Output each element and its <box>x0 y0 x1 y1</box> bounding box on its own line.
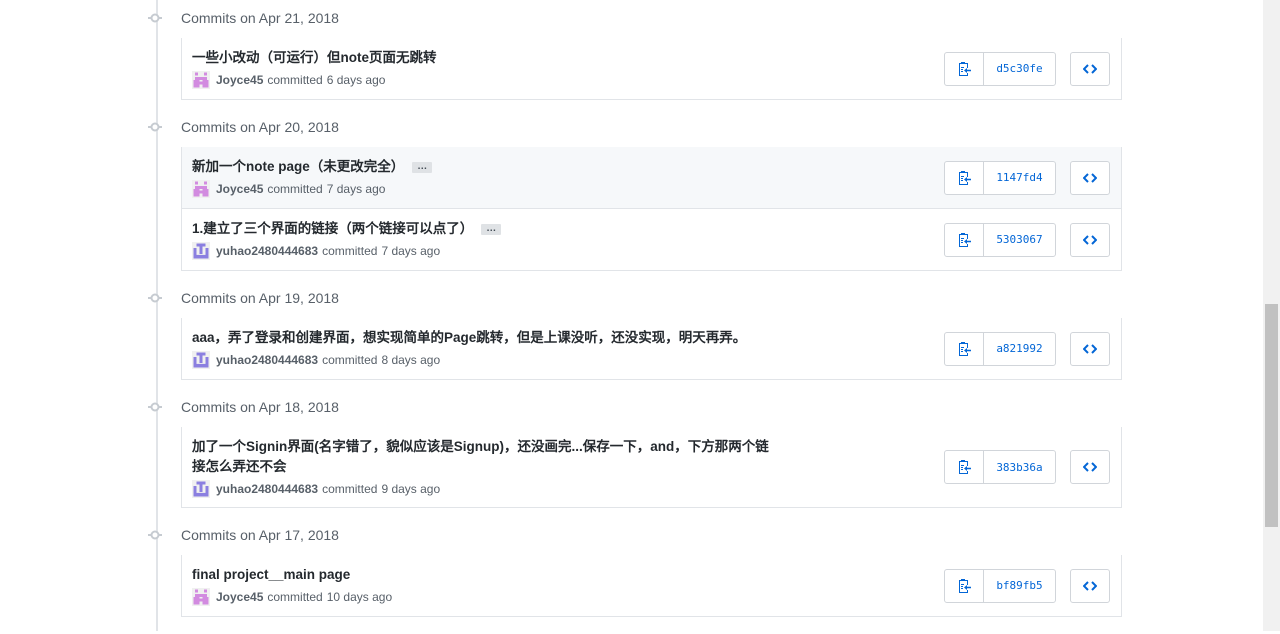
code-icon <box>1083 63 1097 74</box>
avatar[interactable] <box>192 180 210 198</box>
avatar[interactable] <box>192 242 210 260</box>
commit-sha-link[interactable]: d5c30fe <box>984 53 1055 85</box>
commit-verb: committed <box>267 73 323 87</box>
copy-sha-button[interactable] <box>945 52 984 85</box>
commit-message-link[interactable]: aaa，弄了登录和创建界面，想实现简单的Page跳转，但是上课没听，还没实现，明… <box>192 330 746 345</box>
commit-date-label: Commits on Apr 21, 2018 <box>181 10 339 26</box>
commit-row: 一些小改动（可运行）但note页面无跳转 Joyce45 committed 6… <box>181 38 1122 100</box>
copy-sha-button[interactable] <box>945 569 984 602</box>
clipboard-icon <box>959 460 971 474</box>
clipboard-icon <box>959 578 971 593</box>
copy-sha-button[interactable] <box>945 332 984 365</box>
commit-group-header: Commits on Apr 17, 2018 <box>148 525 1122 545</box>
code-icon <box>1083 234 1097 245</box>
code-icon <box>1083 343 1097 354</box>
commit-message-link[interactable]: final project__main page <box>192 567 350 582</box>
commit-date-label: Commits on Apr 20, 2018 <box>181 119 339 135</box>
browse-files-button[interactable] <box>1070 222 1110 257</box>
commit-sha-link[interactable]: 1147fd4 <box>984 162 1055 194</box>
commit-group: Commits on Apr 17, 2018 final project__m… <box>148 525 1122 617</box>
commit-node-icon <box>148 122 162 132</box>
copy-sha-button[interactable] <box>945 161 984 194</box>
commit-message-link[interactable]: 一些小改动（可运行）但note页面无跳转 <box>192 50 437 65</box>
commit-node-icon <box>148 530 162 540</box>
commit-message-link[interactable]: 1.建立了三个界面的链接（两个链接可以点了） <box>192 221 473 236</box>
commit-row: 新加一个note page（未更改完全）… Joyce45 committed … <box>181 147 1122 209</box>
commit-time: 8 days ago <box>381 353 441 367</box>
expand-message-button[interactable]: … <box>481 223 502 235</box>
commit-sha-link[interactable]: a821992 <box>984 333 1055 365</box>
commit-row: 加了一个Signin界面(名字错了，貌似应该是Signup)，还没画完...保存… <box>181 427 1122 508</box>
commit-author-link[interactable]: Joyce45 <box>216 588 263 606</box>
commit-message-link[interactable]: 新加一个note page（未更改完全） <box>192 159 404 174</box>
clipboard-icon <box>959 61 971 76</box>
avatar[interactable] <box>192 480 210 498</box>
commit-group: Commits on Apr 20, 2018 新加一个note page（未更… <box>148 117 1122 271</box>
clipboard-icon <box>959 341 971 356</box>
commit-row: final project__main page Joyce45 committ… <box>181 555 1122 617</box>
commit-time: 6 days ago <box>326 73 386 87</box>
commit-group: Commits on Apr 19, 2018 aaa，弄了登录和创建界面，想实… <box>148 288 1122 380</box>
commit-group-header: Commits on Apr 21, 2018 <box>148 8 1122 28</box>
commit-group: Commits on Apr 21, 2018 一些小改动（可运行）但note页… <box>148 8 1122 100</box>
avatar[interactable] <box>192 351 210 369</box>
commit-time: 7 days ago <box>381 244 441 258</box>
commit-time: 9 days ago <box>381 482 441 496</box>
commit-verb: committed <box>322 482 378 496</box>
commit-group-header: Commits on Apr 19, 2018 <box>148 288 1122 308</box>
commit-date-label: Commits on Apr 19, 2018 <box>181 290 339 306</box>
commit-list: Commits on Apr 21, 2018 一些小改动（可运行）但note页… <box>148 8 1122 634</box>
commit-author-link[interactable]: yuhao2480444683 <box>216 480 318 498</box>
browse-files-button[interactable] <box>1070 331 1110 366</box>
commit-verb: committed <box>267 590 323 604</box>
commit-sha-link[interactable]: 383b36a <box>984 451 1055 483</box>
commit-author-link[interactable]: yuhao2480444683 <box>216 242 318 260</box>
commit-author-link[interactable]: Joyce45 <box>216 71 263 89</box>
commit-sha-link[interactable]: bf89fb5 <box>984 570 1055 602</box>
expand-message-button[interactable]: … <box>412 161 433 173</box>
scrollbar-thumb[interactable] <box>1265 304 1278 527</box>
commit-sha-link[interactable]: 5303067 <box>984 224 1055 256</box>
copy-sha-button[interactable] <box>945 451 984 483</box>
browse-files-button[interactable] <box>1070 450 1110 484</box>
clipboard-icon <box>959 232 971 247</box>
commit-author-link[interactable]: yuhao2480444683 <box>216 351 318 369</box>
avatar[interactable] <box>192 71 210 89</box>
commit-verb: committed <box>322 353 378 367</box>
commit-group-header: Commits on Apr 20, 2018 <box>148 117 1122 137</box>
code-icon <box>1083 462 1097 472</box>
commit-group-header: Commits on Apr 18, 2018 <box>148 397 1122 417</box>
commit-date-label: Commits on Apr 17, 2018 <box>181 527 339 543</box>
commit-date-label: Commits on Apr 18, 2018 <box>181 399 339 415</box>
commit-row: aaa，弄了登录和创建界面，想实现简单的Page跳转，但是上课没听，还没实现，明… <box>181 318 1122 380</box>
commit-row: 1.建立了三个界面的链接（两个链接可以点了）… yuhao2480444683 … <box>181 209 1122 271</box>
avatar[interactable] <box>192 588 210 606</box>
commit-message-link[interactable]: 加了一个Signin界面(名字错了，貌似应该是Signup)，还没画完...保存… <box>192 439 769 474</box>
commit-node-icon <box>148 293 162 303</box>
code-icon <box>1083 172 1097 183</box>
commit-group: Commits on Apr 18, 2018 加了一个Signin界面(名字错… <box>148 397 1122 508</box>
commit-verb: committed <box>322 244 378 258</box>
clipboard-icon <box>959 170 971 185</box>
commit-verb: committed <box>267 182 323 196</box>
browse-files-button[interactable] <box>1070 568 1110 603</box>
copy-sha-button[interactable] <box>945 223 984 256</box>
commit-node-icon <box>148 13 162 23</box>
commit-time: 7 days ago <box>326 182 386 196</box>
commit-time: 10 days ago <box>326 590 393 604</box>
browse-files-button[interactable] <box>1070 160 1110 195</box>
commit-node-icon <box>148 402 162 412</box>
browse-files-button[interactable] <box>1070 51 1110 86</box>
commit-author-link[interactable]: Joyce45 <box>216 180 263 198</box>
code-icon <box>1083 580 1097 591</box>
